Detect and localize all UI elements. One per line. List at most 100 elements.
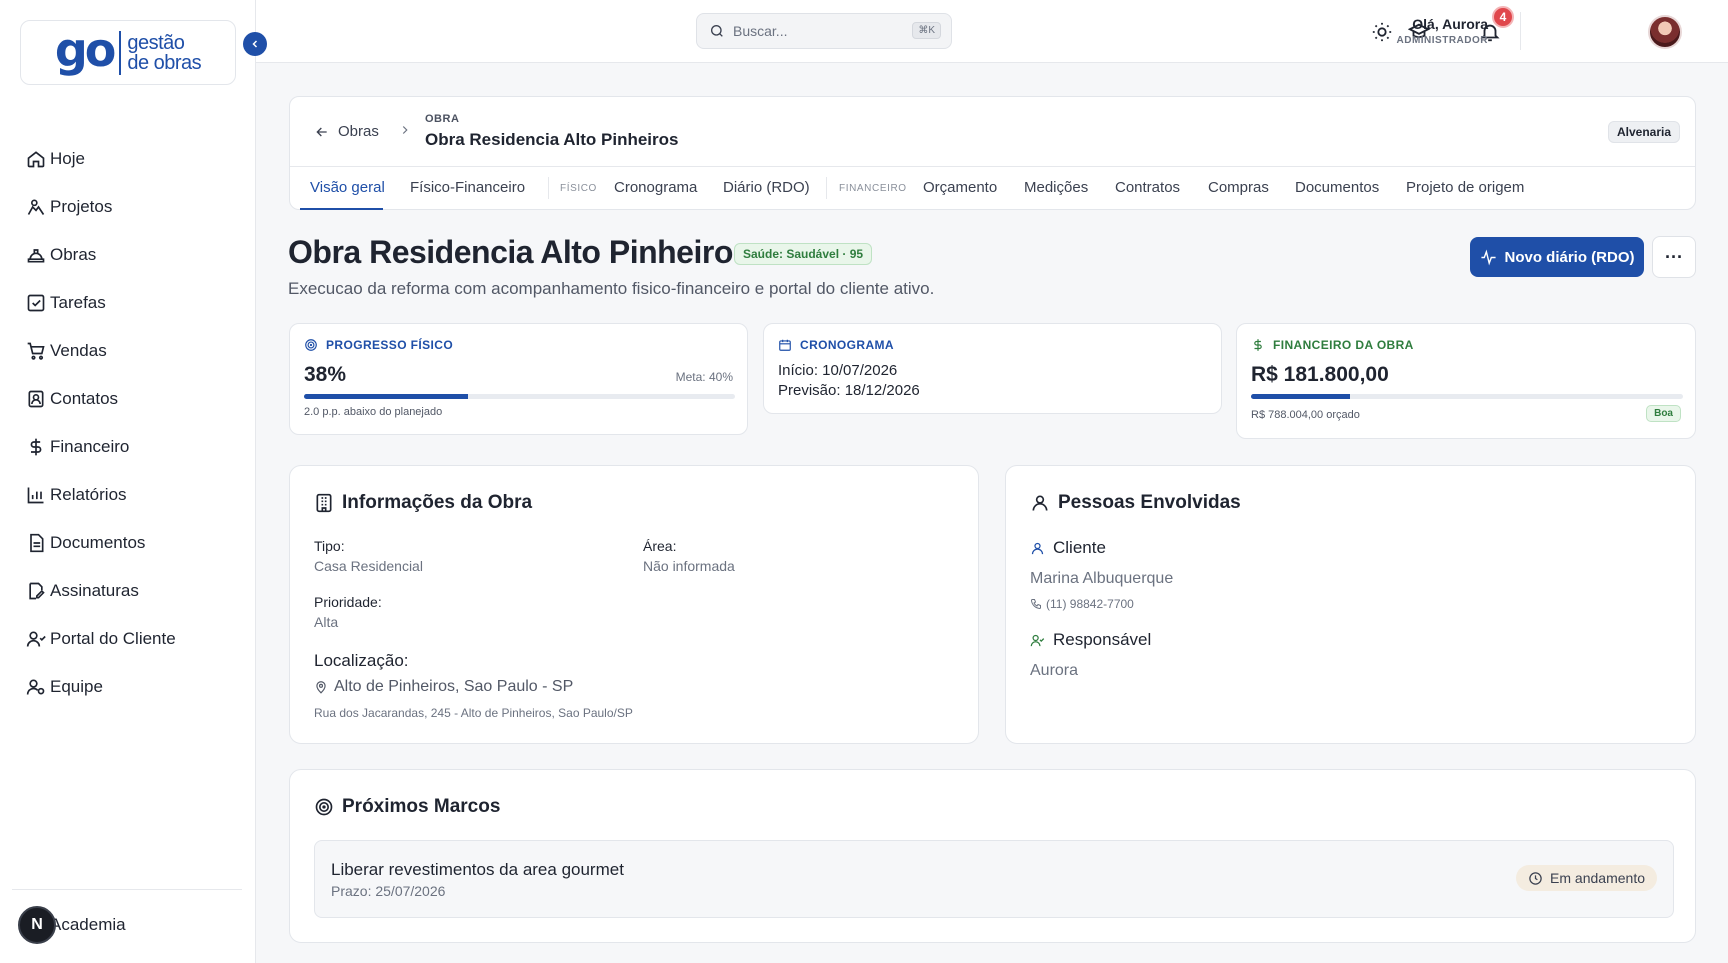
finance-bar-fill: [1251, 394, 1351, 399]
localizacao-value: Alto de Pinheiros, Sao Paulo - SP: [314, 678, 573, 696]
sidebar-item-vendas[interactable]: Vendas: [16, 327, 240, 375]
floating-action-button[interactable]: N: [18, 906, 56, 944]
back-button[interactable]: Obras: [314, 123, 379, 140]
tab-orcamento[interactable]: Orçamento: [923, 179, 997, 196]
sidebar-item-label: Assinaturas: [50, 581, 139, 600]
user-check-icon: [1030, 634, 1045, 646]
tab-group-fisico: FÍSICO: [560, 183, 597, 194]
tab-group-financeiro: FINANCEIRO: [839, 183, 907, 194]
localizacao-label: Localização:: [314, 651, 409, 670]
new-rdo-button[interactable]: Novo diário (RDO): [1470, 237, 1644, 277]
checkbox-icon: [27, 294, 45, 312]
progress-card: PROGRESSO FÍSICO 38% Meta: 40% 2.0 p.p. …: [289, 323, 748, 435]
client-label: Cliente: [1030, 538, 1106, 558]
schedule-forecast: Previsão: 18/12/2026: [778, 382, 920, 399]
search-icon: [711, 25, 723, 37]
dollar-icon: [1254, 339, 1262, 351]
milestones-title-text: Próximos Marcos: [342, 796, 501, 817]
milestones-title: Próximos Marcos: [314, 796, 500, 818]
phone-icon: [1030, 599, 1041, 610]
user-icon: [1031, 542, 1044, 554]
tab-cronograma[interactable]: Cronograma: [614, 179, 697, 196]
sidebar-item-projetos[interactable]: Projetos: [16, 183, 240, 231]
sidebar-item-financeiro[interactable]: Financeiro: [16, 423, 240, 471]
sidebar-item-documentos[interactable]: Documentos: [16, 519, 240, 567]
team-icon: [26, 679, 45, 695]
user-role: ADMINISTRADOR: [1396, 35, 1488, 46]
prioridade-label: Prioridade:: [314, 594, 382, 610]
sidebar-item-label: Documentos: [50, 533, 146, 552]
milestone-item[interactable]: Liberar revestimentos da area gourmet Pr…: [314, 840, 1674, 918]
notification-badge: 4: [1492, 6, 1514, 28]
sidebar-item-assinaturas[interactable]: Assinaturas: [16, 567, 240, 615]
tab-visao-geral[interactable]: Visão geral: [310, 179, 385, 196]
finance-budget: R$ 788.004,00 orçado: [1251, 409, 1360, 421]
sidebar-item-hoje[interactable]: Hoje: [16, 135, 240, 183]
responsible-name: Aurora: [1030, 662, 1079, 679]
localizacao-text: Alto de Pinheiros, Sao Paulo - SP: [334, 678, 574, 695]
sidebar-item-label: Vendas: [50, 341, 107, 360]
progress-value: 38%: [304, 363, 347, 386]
logo-text: gestão de obras: [127, 33, 201, 73]
sidebar-collapse-button[interactable]: [243, 32, 267, 56]
calendar-icon: [779, 339, 791, 351]
people-title-text: Pessoas Envolvidas: [1058, 492, 1241, 513]
target-icon: [315, 798, 333, 816]
cart-icon: [27, 342, 45, 360]
prioridade-value: Alta: [314, 614, 339, 630]
user-greeting[interactable]: Olá, Aurora: [1328, 16, 1488, 32]
sidebar-item-relatorios[interactable]: Relatórios: [16, 471, 240, 519]
tab-documentos[interactable]: Documentos: [1295, 179, 1379, 196]
tipo-label: Tipo:: [314, 538, 345, 554]
progress-header: PROGRESSO FÍSICO: [304, 338, 453, 352]
signature-icon: [29, 582, 45, 600]
area-label: Área:: [643, 538, 677, 554]
sidebar-item-academia[interactable]: Academia: [50, 915, 126, 935]
tab-contratos[interactable]: Contratos: [1115, 179, 1180, 196]
sidebar-nav: Hoje Projetos Obras Tarefas Vendas Conta…: [16, 135, 240, 711]
page-title: Obra Residencia Alto Pinheiros: [288, 234, 751, 270]
sidebar-divider: [12, 889, 242, 890]
logo-mark: go: [54, 22, 117, 77]
tab-projeto-de-origem[interactable]: Projeto de origem: [1406, 179, 1524, 196]
tab-medicoes[interactable]: Medições: [1024, 179, 1088, 196]
document-icon: [30, 533, 44, 553]
area-value: Não informada: [643, 558, 735, 574]
tab-compras[interactable]: Compras: [1208, 179, 1269, 196]
sidebar-item-contatos[interactable]: Contatos: [16, 375, 240, 423]
back-label: Obras: [338, 123, 379, 140]
progress-meta: Meta: 40%: [675, 370, 733, 384]
sidebar: go gestão de obras Hoje Projetos Obras T…: [0, 0, 256, 963]
people-card: Pessoas Envolvidas Cliente Marina Albuqu…: [1005, 465, 1696, 744]
projects-icon: [27, 199, 45, 215]
milestone-status-text: Em andamento: [1550, 870, 1645, 886]
people-title: Pessoas Envolvidas: [1030, 492, 1241, 514]
chevron-right-icon: [402, 126, 408, 134]
active-tab-indicator: [300, 208, 383, 210]
schedule-start: Início: 10/07/2026: [778, 362, 898, 379]
sidebar-item-label: Portal do Cliente: [50, 629, 176, 648]
home-icon: [27, 151, 45, 168]
sidebar-item-tarefas[interactable]: Tarefas: [16, 279, 240, 327]
sidebar-item-equipe[interactable]: Equipe: [16, 663, 240, 711]
breadcrumb-label: OBRA: [425, 113, 460, 125]
search-shortcut: ⌘K: [912, 22, 941, 39]
tab-separator: [826, 177, 827, 199]
finance-value: R$ 181.800,00: [1251, 363, 1389, 386]
obra-header-card: Obras OBRA Obra Residencia Alto Pinheiro…: [289, 96, 1696, 210]
map-pin-icon: [316, 681, 326, 694]
tab-diario-rdo[interactable]: Diário (RDO): [723, 179, 810, 196]
chevron-left-icon: [252, 40, 258, 48]
more-options-button[interactable]: ···: [1652, 236, 1696, 278]
brand-logo[interactable]: go gestão de obras: [20, 20, 236, 85]
target-icon: [305, 339, 317, 351]
arrow-left-icon: [316, 127, 327, 136]
avatar[interactable]: [1648, 15, 1682, 49]
sidebar-item-portal-do-cliente[interactable]: Portal do Cliente: [16, 615, 240, 663]
finance-card: FINANCEIRO DA OBRA R$ 181.800,00 R$ 788.…: [1236, 323, 1696, 439]
tab-fisico-financeiro[interactable]: Físico-Financeiro: [410, 179, 525, 196]
chart-icon: [27, 487, 44, 504]
sidebar-item-obras[interactable]: Obras: [16, 231, 240, 279]
responsible-label: Responsável: [1030, 630, 1151, 650]
search-input[interactable]: Buscar... ⌘K: [696, 13, 952, 49]
